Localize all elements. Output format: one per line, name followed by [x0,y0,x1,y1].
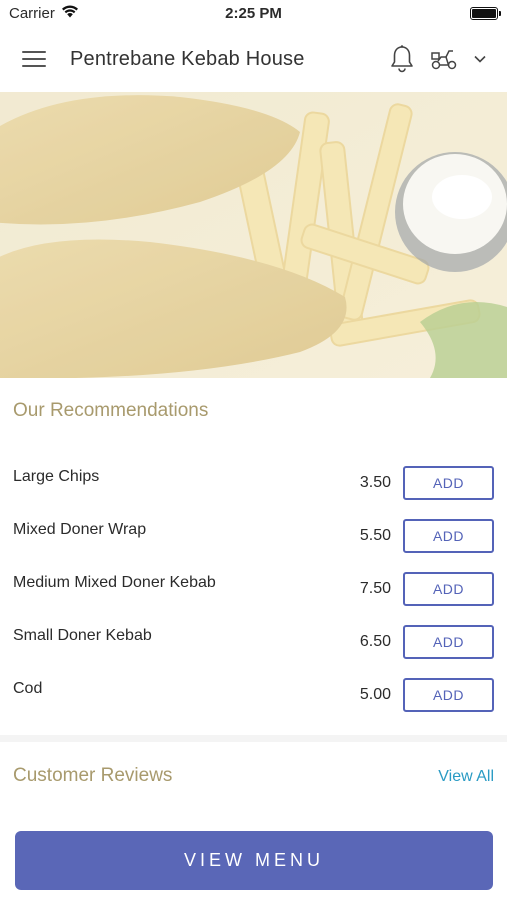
view-all-link[interactable]: View All [438,768,494,786]
recommendations-title: Our Recommendations [13,400,209,421]
add-button[interactable]: ADD [403,466,494,500]
add-button[interactable]: ADD [403,678,494,712]
wifi-icon [61,4,79,22]
carrier-label: Carrier [9,4,55,22]
item-name: Cod [13,680,43,697]
item-price: 5.00 [359,686,391,703]
scooter-icon[interactable] [429,47,459,71]
item-name: Large Chips [13,468,100,485]
status-left: Carrier [9,5,79,22]
app-header: Pentrebane Kebab House [0,26,507,92]
view-menu-button[interactable]: VIEW MENU [15,831,493,890]
list-item: Small Doner Kebab 6.50 ADD [0,615,507,668]
status-bar: Carrier 2:25 PM [0,0,507,26]
item-name: Small Doner Kebab [13,627,152,644]
hero-food-image [0,92,507,378]
item-price: 7.50 [359,580,391,597]
item-price: 6.50 [359,633,391,650]
list-item: Large Chips 3.50 ADD [0,456,507,509]
add-button[interactable]: ADD [403,625,494,659]
battery-icon [470,6,501,20]
reviews-title: Customer Reviews [13,765,173,786]
list-item: Cod 5.00 ADD [0,668,507,721]
item-name: Medium Mixed Doner Kebab [13,574,216,591]
recommendations-list: Large Chips 3.50 ADD Mixed Doner Wrap 5.… [0,456,507,721]
hamburger-menu-icon[interactable] [20,48,48,70]
add-button[interactable]: ADD [403,519,494,553]
bell-icon[interactable] [389,44,415,74]
add-button[interactable]: ADD [403,572,494,606]
section-divider [0,735,507,742]
header-actions [389,44,487,74]
item-name: Mixed Doner Wrap [13,521,147,538]
item-price: 5.50 [359,527,391,544]
list-item: Medium Mixed Doner Kebab 7.50 ADD [0,562,507,615]
restaurant-title: Pentrebane Kebab House [70,47,305,70]
list-item: Mixed Doner Wrap 5.50 ADD [0,509,507,562]
chevron-down-icon[interactable] [473,54,487,64]
item-price: 3.50 [359,474,391,491]
